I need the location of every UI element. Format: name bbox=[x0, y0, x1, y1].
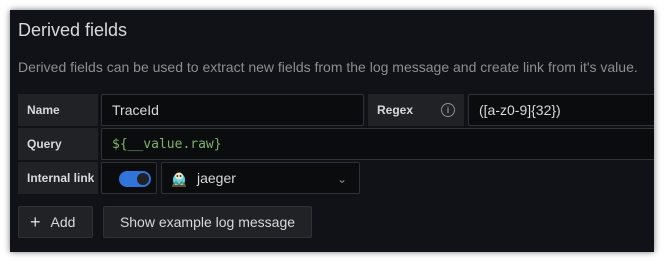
query-label: Query bbox=[18, 128, 98, 160]
name-label: Name bbox=[18, 94, 98, 126]
add-button[interactable]: + Add bbox=[18, 206, 93, 238]
derived-fields-panel: Derived fields Derived fields can be use… bbox=[10, 10, 654, 252]
internal-link-toggle[interactable] bbox=[119, 171, 151, 187]
jaeger-logo-icon bbox=[172, 172, 186, 187]
query-input[interactable]: ${__value.raw} bbox=[101, 128, 654, 160]
add-button-label: Add bbox=[50, 214, 76, 230]
regex-label-text: Regex bbox=[377, 103, 414, 117]
regex-input[interactable]: ([a-z0-9]{32}) bbox=[468, 94, 654, 126]
internal-link-toggle-container bbox=[101, 162, 157, 194]
show-example-button-label: Show example log message bbox=[119, 214, 296, 230]
datasource-value: jaeger bbox=[197, 170, 236, 186]
info-icon[interactable]: i bbox=[441, 103, 455, 117]
name-input[interactable]: TraceId bbox=[101, 94, 364, 126]
section-description: Derived fields can be used to extract ne… bbox=[18, 59, 638, 75]
plus-icon: + bbox=[30, 212, 41, 232]
toggle-knob bbox=[137, 173, 149, 185]
regex-label: Regex i bbox=[368, 94, 464, 126]
section-title: Derived fields bbox=[18, 20, 128, 40]
internal-link-label: Internal link bbox=[18, 162, 98, 194]
chevron-down-icon: ⌄ bbox=[336, 172, 347, 186]
datasource-select[interactable]: jaeger ⌄ bbox=[161, 162, 360, 194]
show-example-button[interactable]: Show example log message bbox=[103, 206, 312, 238]
